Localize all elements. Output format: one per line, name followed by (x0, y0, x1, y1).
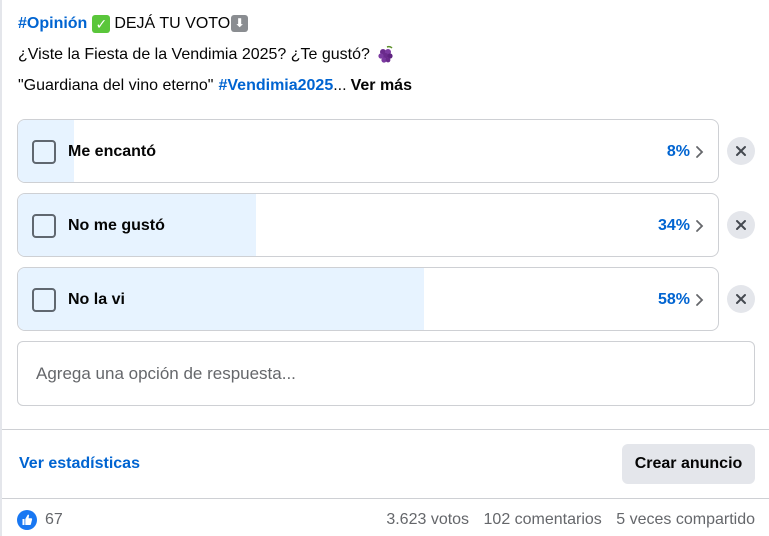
poll: Me encantó 8% No me gustó 34% No la vi 5… (17, 119, 759, 341)
thumbs-up-icon (22, 514, 33, 525)
check-mark-icon: ✓ (92, 14, 111, 33)
poll-row: No me gustó 34% (17, 193, 759, 257)
down-arrow-icon: ⬇ (231, 15, 249, 32)
divider (2, 498, 769, 499)
post-line-1: #Opinión ✓ DEJÁ TU VOTO ⬇ (18, 8, 758, 39)
close-icon (736, 146, 746, 156)
left-border (0, 0, 2, 536)
poll-checkbox[interactable] (32, 214, 56, 238)
chevron-right-icon (696, 220, 704, 232)
view-stats-link[interactable]: Ver estadísticas (19, 455, 140, 473)
divider (2, 429, 769, 430)
comments-count[interactable]: 102 comentarios (484, 511, 602, 528)
chevron-right-icon (696, 294, 704, 306)
post-text: #Opinión ✓ DEJÁ TU VOTO ⬇ ¿Viste la Fies… (18, 8, 758, 101)
poll-option-no-la-vi[interactable]: No la vi 58% (17, 267, 719, 331)
chevron-right-icon (696, 146, 704, 158)
poll-option-label: No me gustó (68, 217, 165, 234)
poll-option-percent: 8% (666, 143, 690, 160)
ellipsis: ... (333, 77, 347, 94)
votes-count[interactable]: 3.623 votos (386, 511, 469, 528)
remove-option-button[interactable] (727, 211, 755, 239)
poll-option-percent: 34% (657, 217, 690, 234)
quote-text: "Guardiana del vino eterno" (18, 77, 214, 94)
vote-call-text: DEJÁ TU VOTO (114, 15, 231, 32)
poll-row: Me encantó 8% (17, 119, 759, 183)
footer-stats: 3.623 votos 102 comentarios 5 veces comp… (386, 511, 755, 529)
poll-option-percent: 58% (657, 291, 690, 308)
post-footer: 67 3.623 votos 102 comentarios 5 veces c… (17, 508, 757, 532)
post-line-3: "Guardiana del vino eterno" #Vendimia202… (18, 70, 758, 101)
poll-option-label: Me encantó (68, 143, 157, 160)
hashtag-opinion[interactable]: #Opinión (18, 8, 87, 39)
poll-row: No la vi 58% (17, 267, 759, 331)
remove-option-button[interactable] (727, 285, 755, 313)
add-option-input[interactable] (18, 342, 754, 405)
shares-count[interactable]: 5 veces compartido (616, 511, 755, 528)
hashtag-vendimia[interactable]: #Vendimia2025 (218, 70, 333, 101)
poll-checkbox[interactable] (32, 140, 56, 164)
grapes-icon (378, 45, 393, 63)
question-text: ¿Viste la Fiesta de la Vendimia 2025? ¿T… (18, 46, 370, 63)
poll-option-no-me-gusto[interactable]: No me gustó 34% (17, 193, 719, 257)
create-ad-button[interactable]: Crear anuncio (622, 444, 755, 484)
close-icon (736, 220, 746, 230)
like-count[interactable]: 67 (45, 511, 63, 529)
poll-option-me-encanto[interactable]: Me encantó 8% (17, 119, 719, 183)
add-option-field[interactable] (17, 341, 755, 406)
like-reaction-icon[interactable] (17, 510, 37, 530)
poll-checkbox[interactable] (32, 288, 56, 312)
remove-option-button[interactable] (727, 137, 755, 165)
see-more-link[interactable]: Ver más (351, 70, 412, 101)
poll-option-label: No la vi (68, 291, 125, 308)
close-icon (736, 294, 746, 304)
post-line-2: ¿Viste la Fiesta de la Vendimia 2025? ¿T… (18, 39, 758, 70)
